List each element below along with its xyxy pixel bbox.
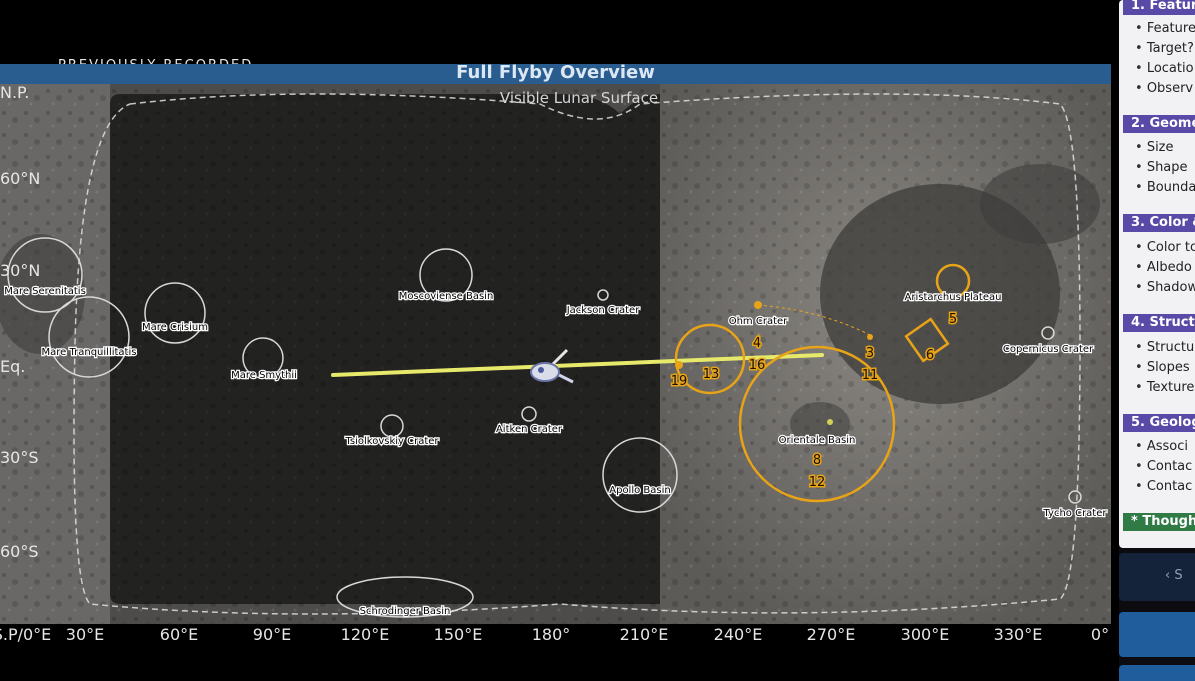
feature-outline-apollo-basin <box>602 437 678 513</box>
map-title: Full Flyby Overview <box>456 62 655 83</box>
lat-tick-30s: 30°S <box>0 448 39 467</box>
target-number-13: 13 <box>703 367 720 382</box>
lon-tick-270e: 270°E <box>806 625 856 644</box>
target-number-3: 3 <box>866 346 874 361</box>
feature-outline-mare-tranquillitatis <box>48 296 130 378</box>
feature-outline-tsiolkovskiy-crater <box>380 414 404 438</box>
lon-tick-210e: 210°E <box>619 625 669 644</box>
checklist-item: Shadow <box>1135 280 1195 295</box>
lon-tick-30e: 30°E <box>65 625 105 644</box>
checklist-item: Contac <box>1135 459 1192 474</box>
section-structure-header[interactable]: 4. Structu <box>1123 314 1195 332</box>
lon-tick-120e: 120°E <box>340 625 390 644</box>
feature-outline-tycho-crater <box>1068 490 1082 504</box>
previous-button[interactable] <box>1119 553 1195 601</box>
lat-tick-np: N.P. <box>0 83 30 102</box>
target-number-6: 6 <box>926 348 934 363</box>
target-number-16: 16 <box>749 358 766 373</box>
feature-outline-mare-crisium <box>144 282 206 344</box>
target-point-3[interactable] <box>867 334 873 340</box>
section-geometry-header[interactable]: 2. Geome <box>1123 115 1195 133</box>
checklist-item: Color to <box>1135 240 1195 255</box>
target-number-19: 19 <box>671 374 688 389</box>
target-number-4: 4 <box>753 336 761 351</box>
checklist-panel: 1. Feature Feature Target? Locatio Obser… <box>1119 0 1195 548</box>
target-point-orientale[interactable] <box>827 419 833 425</box>
label-mare-serenitatis: Mare Serenitatis <box>4 286 86 297</box>
label-mare-smythii: Mare Smythii <box>231 370 297 381</box>
label-copernicus-crater: Copernicus Crater <box>1003 344 1094 355</box>
checklist-item: Associ <box>1135 439 1188 454</box>
label-jackson-crater: Jackson Crater <box>566 305 641 316</box>
target-number-12: 12 <box>809 475 826 490</box>
label-apollo-basin: Apollo Basin <box>609 485 670 496</box>
target-number-5: 5 <box>949 312 957 327</box>
checklist-item: Target? <box>1135 41 1194 56</box>
primary-button[interactable] <box>1119 612 1195 657</box>
target-point-19[interactable] <box>675 361 683 369</box>
label-mare-crisium: Mare Crisium <box>142 322 208 333</box>
checklist-item: Feature <box>1135 21 1195 36</box>
target-number-8: 8 <box>813 453 821 468</box>
label-schrodinger-basin: Schrodinger Basin <box>360 606 451 617</box>
map-subtitle: Visible Lunar Surface <box>499 89 659 107</box>
checklist-item: Albedo <box>1135 260 1192 275</box>
label-aitken-crater: Aitken Crater <box>496 424 563 435</box>
lon-tick-0-end: 0° <box>1090 625 1110 644</box>
checklist-item: Bounda <box>1135 180 1195 195</box>
lat-tick-eq: Eq. <box>0 357 26 376</box>
longitude-axis: S.P/0°E 30°E 60°E 90°E 120°E 150°E 180° … <box>0 625 1111 647</box>
checklist-item: Locatio <box>1135 61 1194 76</box>
lon-tick-330e: 330°E <box>993 625 1043 644</box>
feature-outline-jackson-crater <box>597 289 609 301</box>
checklist-item: Texture <box>1135 380 1195 395</box>
lon-tick-60e: 60°E <box>159 625 199 644</box>
lon-tick-150e: 150°E <box>433 625 483 644</box>
target-number-11: 11 <box>862 368 879 383</box>
previous-button-label: ‹ S <box>1165 568 1183 583</box>
flyby-viewer: Full Flyby Overview Visible Lunar Surfac… <box>0 0 1195 681</box>
lon-tick-300e: 300°E <box>900 625 950 644</box>
checklist-item: Contac <box>1135 479 1192 494</box>
lat-tick-60s: 60°S <box>0 542 39 561</box>
feature-outline-copernicus-crater <box>1041 326 1055 340</box>
label-aristarchus-plateau: Aristarchus Plateau <box>905 292 1002 303</box>
checklist-item: Slopes <box>1135 360 1190 375</box>
section-thoughts-header[interactable]: * Though <box>1123 513 1195 531</box>
lon-tick-180: 180° <box>531 625 571 644</box>
lon-tick-240e: 240°E <box>713 625 763 644</box>
feature-outline-aitken-crater <box>521 406 537 422</box>
label-tycho-crater: Tycho Crater <box>1042 508 1107 519</box>
secondary-button[interactable] <box>1119 665 1195 681</box>
label-moscoviense-basin: Moscoviense Basin <box>399 291 494 302</box>
checklist-item: Structu <box>1135 340 1194 355</box>
checklist-item: Size <box>1135 140 1174 155</box>
label-orientale-basin: Orientale Basin <box>779 435 856 446</box>
section-geology-header[interactable]: 5. Geolog <box>1123 414 1195 432</box>
lon-tick-0: S.P/0°E <box>0 625 52 644</box>
section-feature-header[interactable]: 1. Feature <box>1123 0 1195 15</box>
label-mare-tranquillitatis: Mare Tranquillitatis <box>42 347 137 358</box>
checklist-item: Shape <box>1135 160 1188 175</box>
lat-tick-60n: 60°N <box>0 169 41 188</box>
target-point-ohm[interactable] <box>754 301 762 309</box>
label-ohm-crater: Ohm Crater <box>729 316 788 327</box>
lat-tick-30n: 30°N <box>0 261 41 280</box>
section-color-header[interactable]: 3. Color & <box>1123 214 1195 232</box>
label-tsiolkovskiy-crater: Tsiolkovskiy Crater <box>344 436 439 447</box>
lon-tick-90e: 90°E <box>252 625 292 644</box>
target-numbers: 19 13 4 16 3 11 8 12 5 6 <box>669 311 958 492</box>
